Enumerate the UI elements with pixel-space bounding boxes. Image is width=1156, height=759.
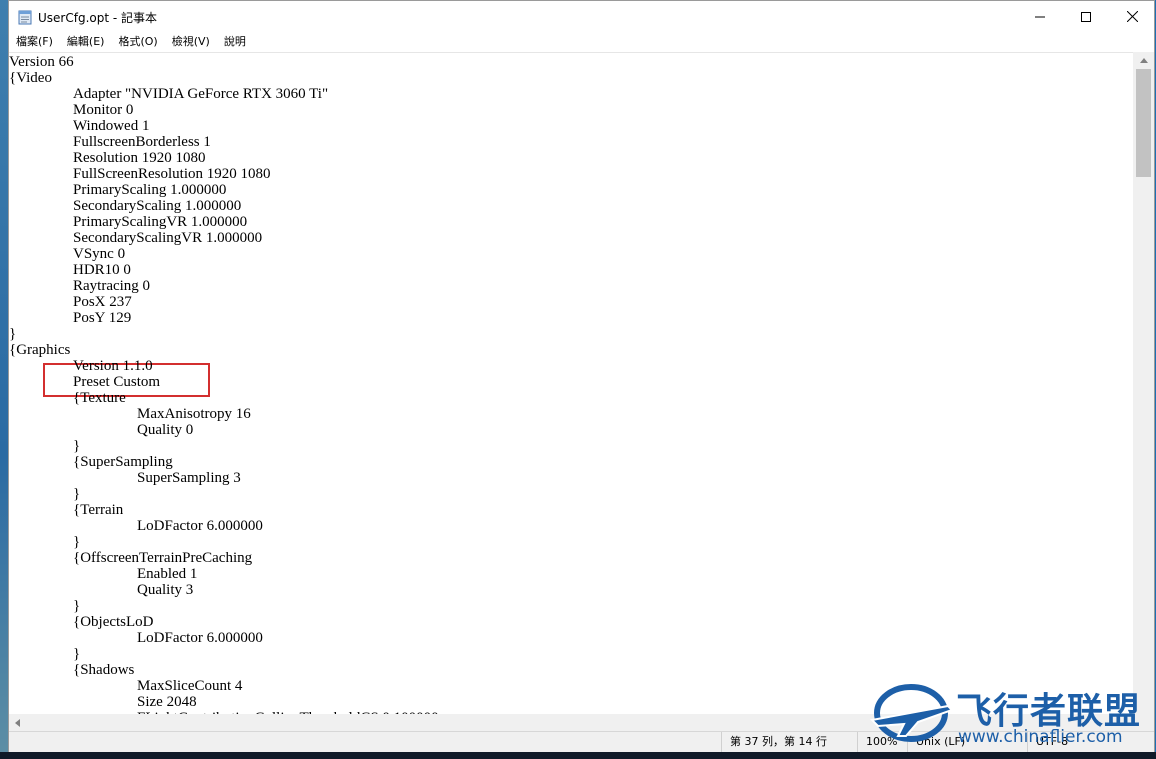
text-line: LoDFactor 6.000000 [137,630,263,646]
text-line: SecondaryScalingVR 1.000000 [73,230,263,246]
text-line: LoDFactor 6.000000 [137,518,263,534]
text-line: Enabled 1 [137,566,198,582]
text-line: Version 1.1.0 [73,358,153,374]
text-line: Resolution 1920 1080 [73,150,206,166]
text-editor-area[interactable]: Version 66 {Video Adapter "NVIDIA GeForce … [9,52,1133,715]
text-line: FullScreenResolution 1920 1080 [73,166,271,182]
taskbar [0,752,1156,759]
text-line: {Graphics [9,342,71,358]
window-title: UserCfg.opt - 記事本 [38,11,158,25]
text-line: Version 66 [9,54,74,70]
maximize-icon [1081,11,1091,22]
minimize-icon [1035,16,1045,17]
chevron-up-icon [1139,58,1148,63]
text-line: {ObjectsLoD [73,614,154,630]
text-line: SuperSampling 3 [137,470,241,486]
menu-edit[interactable]: 編輯(E) [60,32,112,52]
text-line: PrimaryScaling 1.000000 [73,182,227,198]
text-line: Quality 3 [137,582,194,598]
text-line: } [73,534,81,550]
notepad-window: UserCfg.opt - 記事本 檔案(F) 編輯(E) 格式(O) 檢視(V… [8,0,1155,752]
text-line: MaxAnisotropy 16 [137,406,251,422]
menu-file[interactable]: 檔案(F) [9,32,60,52]
close-icon [1126,11,1138,22]
text-line: MaxSliceCount 4 [137,678,243,694]
text-line: } [9,326,17,342]
scroll-up-arrow[interactable] [1133,52,1154,69]
chinaflier-watermark: 飞行者联盟 www.chinaflier.com [868,676,1156,756]
minimize-button[interactable] [1017,1,1063,32]
close-button[interactable] [1109,1,1155,32]
text-line: } [73,486,81,502]
text-line: Raytracing 0 [73,278,151,294]
menu-bar: 檔案(F) 編輯(E) 格式(O) 檢視(V) 說明 [9,32,1154,52]
text-line: FullscreenBorderless 1 [73,134,211,150]
scroll-left-arrow[interactable] [9,714,26,731]
text-line: Quality 0 [137,422,194,438]
text-line: } [73,598,81,614]
text-line: PosY 129 [73,310,132,326]
airplane-logo-icon [869,684,954,742]
text-line: } [73,646,81,662]
text-line: {SuperSampling [73,454,173,470]
text-line: {Video [9,70,52,86]
text-line: Adapter "NVIDIA GeForce RTX 3060 Ti" [73,86,329,102]
text-line: PosX 237 [73,294,132,310]
menu-format[interactable]: 格式(O) [111,32,164,52]
text-line: {OffscreenTerrainPreCaching [73,550,253,566]
menu-view[interactable]: 檢視(V) [165,32,217,52]
text-line: {Shadows [73,662,135,678]
text-line: Windowed 1 [73,118,150,134]
text-line: Monitor 0 [73,102,134,118]
text-line: HDR10 0 [73,262,131,278]
watermark-url: www.chinaflier.com [958,727,1123,747]
menu-help[interactable]: 說明 [217,32,253,52]
text-line: SecondaryScaling 1.000000 [73,198,242,214]
title-bar[interactable]: UserCfg.opt - 記事本 [9,1,1154,32]
text-line: } [73,438,81,454]
text-line: Preset Custom [73,374,161,390]
text-line: VSync 0 [73,246,126,262]
notepad-icon [18,10,32,25]
text-line: {Terrain [73,502,124,518]
chevron-left-icon [15,718,20,727]
cursor-position: 第 37 列，第 14 行 [721,732,860,752]
text-line: {Texture [73,390,126,406]
vertical-scroll-thumb[interactable] [1136,69,1151,177]
vertical-scrollbar[interactable] [1133,52,1154,714]
maximize-button[interactable] [1063,1,1109,32]
text-line: PrimaryScalingVR 1.000000 [73,214,248,230]
text-line: Size 2048 [137,694,197,710]
